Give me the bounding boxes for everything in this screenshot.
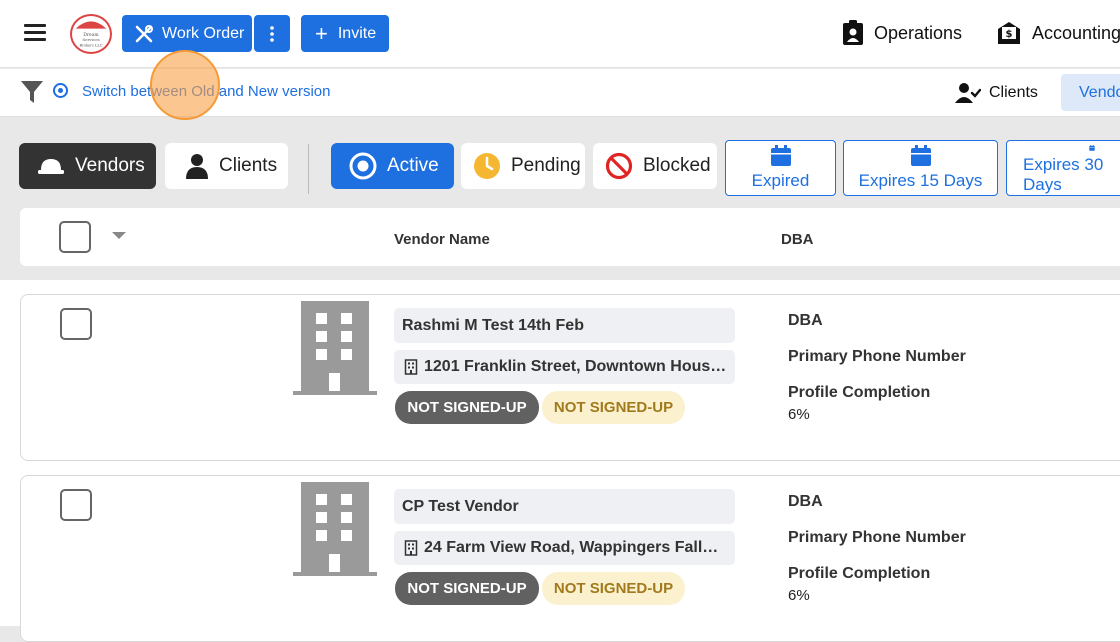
vendor-address-text: 24 Farm View Road, Wappingers Falls, NY	[424, 539, 727, 557]
chip-active[interactable]: Active	[331, 143, 454, 189]
phone-label: Primary Phone Number	[788, 348, 966, 366]
chip-expires-30[interactable]: Expires 30 Days	[1006, 140, 1120, 196]
chip-blocked-label: Blocked	[643, 155, 711, 177]
table-header: Vendor Name DBA	[20, 208, 1120, 266]
chip-vendors[interactable]: Vendors	[19, 143, 156, 189]
work-order-more-button[interactable]	[254, 15, 290, 52]
work-order-button[interactable]: Work Order	[122, 15, 252, 52]
calendar-icon	[910, 145, 932, 167]
dba-label: DBA	[788, 312, 823, 330]
logo-mark: Dream Services Brokers LLC	[72, 16, 110, 52]
vendor-address: 24 Farm View Road, Wappingers Falls, NY	[394, 531, 735, 565]
profile-completion-label: Profile Completion	[788, 565, 930, 583]
nav-operations[interactable]: Operations	[842, 20, 962, 46]
row-checkbox[interactable]	[60, 308, 92, 340]
profile-completion-value: 6%	[788, 406, 810, 423]
hamburger-menu-icon[interactable]	[24, 24, 46, 42]
calendar-icon	[1081, 145, 1103, 151]
chip-divider	[308, 144, 309, 194]
vendor-card[interactable]: CP Test Vendor 24 Farm View Road, Wappin…	[20, 475, 1120, 642]
nav-accounting-label: Accounting	[1032, 23, 1120, 44]
column-dba[interactable]: DBA	[781, 231, 814, 248]
status-badge: NOT SIGNED-UP	[542, 391, 685, 424]
chip-expires-15[interactable]: Expires 15 Days	[843, 140, 998, 196]
tab-clients-label: Clients	[989, 84, 1038, 102]
version-radio[interactable]	[53, 83, 68, 98]
status-badge: NOT SIGNED-UP	[395, 391, 539, 424]
chip-active-label: Active	[387, 155, 439, 177]
profile-completion-label: Profile Completion	[788, 384, 930, 402]
blocked-icon	[605, 152, 633, 180]
status-badge: NOT SIGNED-UP	[395, 572, 539, 605]
chip-expired-label: Expired	[752, 171, 810, 191]
vendor-address: 1201 Franklin Street, Downtown Houston, …	[394, 350, 735, 384]
svg-text:Services: Services	[82, 37, 99, 42]
more-vertical-icon	[269, 25, 275, 43]
tab-vendors-label: Vendors	[1079, 84, 1120, 102]
chip-expired[interactable]: Expired	[725, 140, 836, 196]
tab-clients[interactable]: Clients	[955, 79, 1038, 107]
chip-pending-label: Pending	[511, 155, 581, 177]
chip-vendors-label: Vendors	[75, 155, 145, 177]
svg-text:$: $	[1006, 29, 1013, 40]
dba-label: DBA	[788, 493, 823, 511]
chip-pending[interactable]: Pending	[461, 143, 585, 189]
phone-label: Primary Phone Number	[788, 529, 966, 547]
vendor-address-text: 1201 Franklin Street, Downtown Houston, …	[424, 358, 727, 376]
company-logo[interactable]: Dream Services Brokers LLC	[70, 14, 112, 54]
chevron-down-icon[interactable]	[112, 232, 126, 239]
user-check-icon	[955, 82, 981, 104]
click-indicator	[150, 50, 220, 120]
row-checkbox[interactable]	[60, 489, 92, 521]
work-order-label: Work Order	[162, 25, 244, 43]
vendor-card[interactable]: Rashmi M Test 14th Feb 1201 Franklin Str…	[20, 294, 1120, 461]
invite-button[interactable]: + Invite	[301, 15, 389, 52]
status-badge: NOT SIGNED-UP	[542, 572, 685, 605]
plus-icon: +	[315, 23, 328, 45]
filter-funnel-icon[interactable]	[20, 79, 44, 105]
building-small-icon	[404, 540, 418, 556]
chip-clients-label: Clients	[219, 155, 277, 177]
vendor-name[interactable]: Rashmi M Test 14th Feb	[394, 308, 735, 343]
target-icon	[349, 152, 377, 180]
select-all-checkbox[interactable]	[59, 221, 91, 253]
building-small-icon	[404, 359, 418, 375]
tab-vendors[interactable]: Vendors	[1061, 74, 1120, 111]
building-icon	[293, 301, 377, 397]
tools-icon	[134, 24, 154, 44]
nav-operations-label: Operations	[874, 23, 962, 44]
user-icon	[185, 153, 209, 179]
chip-expires-30-label: Expires 30 Days	[1023, 155, 1120, 195]
hard-hat-icon	[37, 156, 65, 176]
column-vendor-name[interactable]: Vendor Name	[394, 231, 490, 248]
profile-completion-value: 6%	[788, 587, 810, 604]
vendor-name[interactable]: CP Test Vendor	[394, 489, 735, 524]
invite-label: Invite	[338, 25, 376, 43]
clock-icon	[473, 152, 501, 180]
money-envelope-icon: $	[996, 20, 1022, 46]
clipboard-user-icon	[842, 20, 864, 46]
svg-text:Brokers LLC: Brokers LLC	[79, 44, 102, 48]
nav-accounting[interactable]: $ Accounting	[996, 20, 1120, 46]
building-icon	[293, 482, 377, 578]
chip-blocked[interactable]: Blocked	[593, 143, 717, 189]
chip-clients[interactable]: Clients	[165, 143, 288, 189]
chip-expires-15-label: Expires 15 Days	[859, 171, 983, 191]
calendar-icon	[770, 145, 792, 167]
